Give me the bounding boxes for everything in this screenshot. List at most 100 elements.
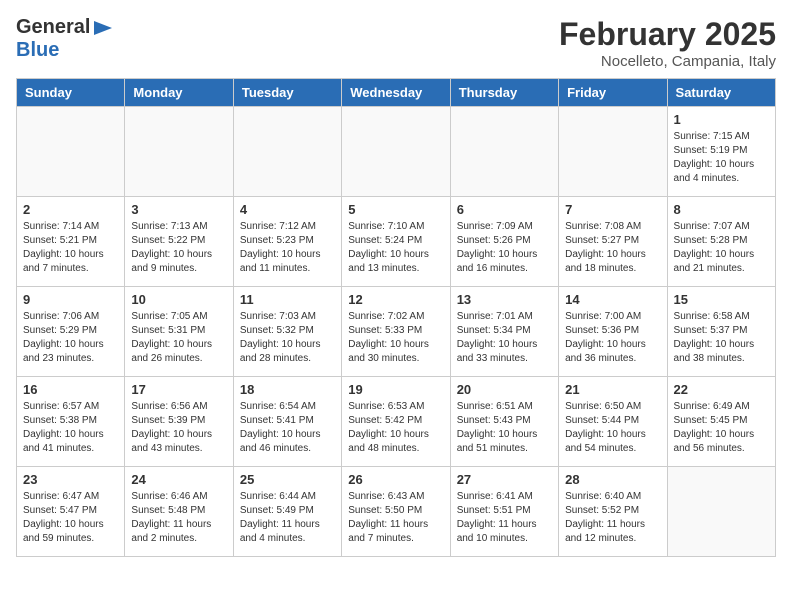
day-info: Sunrise: 6:43 AM Sunset: 5:50 PM Dayligh…: [348, 490, 443, 546]
day-cell: [450, 107, 558, 197]
day-info: Sunrise: 6:56 AM Sunset: 5:39 PM Dayligh…: [131, 400, 226, 456]
day-cell: 22 Sunrise: 6:49 AM Sunset: 5:45 PM Dayli…: [667, 377, 775, 467]
day-cell: [233, 107, 341, 197]
weekday-header-thursday: Thursday: [450, 79, 558, 107]
day-number: 14: [565, 292, 660, 307]
day-info: Sunrise: 7:06 AM Sunset: 5:29 PM Dayligh…: [23, 310, 118, 366]
day-number: 6: [457, 202, 552, 217]
day-cell: 12 Sunrise: 7:02 AM Sunset: 5:33 PM Dayli…: [342, 287, 450, 377]
day-cell: 5 Sunrise: 7:10 AM Sunset: 5:24 PM Daylig…: [342, 197, 450, 287]
day-cell: 4 Sunrise: 7:12 AM Sunset: 5:23 PM Daylig…: [233, 197, 341, 287]
day-cell: 24Sunrise: 6:46 AM Sunset: 5:48 PM Dayli…: [125, 467, 233, 557]
day-info: Sunrise: 6:51 AM Sunset: 5:43 PM Dayligh…: [457, 400, 552, 456]
day-info: Sunrise: 7:09 AM Sunset: 5:26 PM Dayligh…: [457, 220, 552, 276]
day-cell: 2 Sunrise: 7:14 AM Sunset: 5:21 PM Daylig…: [17, 197, 125, 287]
weekday-header-tuesday: Tuesday: [233, 79, 341, 107]
day-info: Sunrise: 7:01 AM Sunset: 5:34 PM Dayligh…: [457, 310, 552, 366]
day-cell: 7 Sunrise: 7:08 AM Sunset: 5:27 PM Daylig…: [559, 197, 667, 287]
day-info: Sunrise: 7:08 AM Sunset: 5:27 PM Dayligh…: [565, 220, 660, 276]
day-info: Sunrise: 7:12 AM Sunset: 5:23 PM Dayligh…: [240, 220, 335, 276]
day-info: Sunrise: 6:49 AM Sunset: 5:45 PM Dayligh…: [674, 400, 769, 456]
day-cell: [559, 107, 667, 197]
day-cell: 27 Sunrise: 6:41 AM Sunset: 5:51 PM Dayli…: [450, 467, 558, 557]
day-info: Sunrise: 7:05 AM Sunset: 5:31 PM Dayligh…: [131, 310, 226, 366]
day-cell: 13Sunrise: 7:01 AM Sunset: 5:34 PM Dayli…: [450, 287, 558, 377]
day-info: Sunrise: 7:07 AM Sunset: 5:28 PM Dayligh…: [674, 220, 769, 276]
day-cell: 6 Sunrise: 7:09 AM Sunset: 5:26 PM Daylig…: [450, 197, 558, 287]
day-number: 28: [565, 472, 660, 487]
day-number: 5: [348, 202, 443, 217]
day-info: Sunrise: 6:57 AM Sunset: 5:38 PM Dayligh…: [23, 400, 118, 456]
day-cell: 3 Sunrise: 7:13 AM Sunset: 5:22 PM Daylig…: [125, 197, 233, 287]
logo-blue-text: Blue: [16, 39, 59, 62]
day-cell: 23 Sunrise: 6:47 AM Sunset: 5:47 PM Dayli…: [17, 467, 125, 557]
day-number: 10: [131, 292, 226, 307]
day-number: 26: [348, 472, 443, 487]
day-number: 18: [240, 382, 335, 397]
day-number: 23: [23, 472, 118, 487]
day-cell: 14 Sunrise: 7:00 AM Sunset: 5:36 PM Dayli…: [559, 287, 667, 377]
logo-flag-icon: [92, 19, 114, 37]
day-number: 20: [457, 382, 552, 397]
day-info: Sunrise: 7:02 AM Sunset: 5:33 PM Dayligh…: [348, 310, 443, 366]
day-cell: 17 Sunrise: 6:56 AM Sunset: 5:39 PM Dayli…: [125, 377, 233, 467]
day-number: 12: [348, 292, 443, 307]
day-cell: 18 Sunrise: 6:54 AM Sunset: 5:41 PM Dayli…: [233, 377, 341, 467]
day-number: 25: [240, 472, 335, 487]
day-info: Sunrise: 6:44 AM Sunset: 5:49 PM Dayligh…: [240, 490, 335, 546]
weekday-header-saturday: Saturday: [667, 79, 775, 107]
day-number: 2: [23, 202, 118, 217]
day-cell: 1Sunrise: 7:15 AM Sunset: 5:19 PM Daylig…: [667, 107, 775, 197]
day-info: Sunrise: 6:41 AM Sunset: 5:51 PM Dayligh…: [457, 490, 552, 546]
weekday-header-sunday: Sunday: [17, 79, 125, 107]
day-cell: 9 Sunrise: 7:06 AM Sunset: 5:29 PM Daylig…: [17, 287, 125, 377]
calendar-table: SundayMondayTuesdayWednesdayThursdayFrid…: [16, 78, 776, 557]
title-area: February 2025 Nocelleto, Campania, Italy: [559, 16, 776, 70]
day-info: Sunrise: 7:13 AM Sunset: 5:22 PM Dayligh…: [131, 220, 226, 276]
week-row-5: 23 Sunrise: 6:47 AM Sunset: 5:47 PM Dayli…: [17, 467, 776, 557]
day-number: 17: [131, 382, 226, 397]
day-info: Sunrise: 6:54 AM Sunset: 5:41 PM Dayligh…: [240, 400, 335, 456]
weekday-header-row: SundayMondayTuesdayWednesdayThursdayFrid…: [17, 79, 776, 107]
day-number: 8: [674, 202, 769, 217]
week-row-1: 1Sunrise: 7:15 AM Sunset: 5:19 PM Daylig…: [17, 107, 776, 197]
week-row-2: 2 Sunrise: 7:14 AM Sunset: 5:21 PM Daylig…: [17, 197, 776, 287]
day-number: 3: [131, 202, 226, 217]
day-info: Sunrise: 6:50 AM Sunset: 5:44 PM Dayligh…: [565, 400, 660, 456]
day-info: Sunrise: 6:47 AM Sunset: 5:47 PM Dayligh…: [23, 490, 118, 546]
day-cell: 21Sunrise: 6:50 AM Sunset: 5:44 PM Dayli…: [559, 377, 667, 467]
day-number: 16: [23, 382, 118, 397]
day-info: Sunrise: 6:46 AM Sunset: 5:48 PM Dayligh…: [131, 490, 226, 546]
day-number: 11: [240, 292, 335, 307]
day-cell: 28 Sunrise: 6:40 AM Sunset: 5:52 PM Dayli…: [559, 467, 667, 557]
weekday-header-wednesday: Wednesday: [342, 79, 450, 107]
day-number: 9: [23, 292, 118, 307]
day-info: Sunrise: 6:58 AM Sunset: 5:37 PM Dayligh…: [674, 310, 769, 366]
day-cell: [17, 107, 125, 197]
location: Nocelleto, Campania, Italy: [559, 53, 776, 70]
day-cell: 10 Sunrise: 7:05 AM Sunset: 5:31 PM Dayli…: [125, 287, 233, 377]
day-cell: [342, 107, 450, 197]
day-info: Sunrise: 6:40 AM Sunset: 5:52 PM Dayligh…: [565, 490, 660, 546]
day-info: Sunrise: 7:10 AM Sunset: 5:24 PM Dayligh…: [348, 220, 443, 276]
day-number: 7: [565, 202, 660, 217]
logo: General Blue: [16, 16, 114, 62]
day-cell: 11 Sunrise: 7:03 AM Sunset: 5:32 PM Dayli…: [233, 287, 341, 377]
weekday-header-friday: Friday: [559, 79, 667, 107]
day-cell: 26 Sunrise: 6:43 AM Sunset: 5:50 PM Dayli…: [342, 467, 450, 557]
day-info: Sunrise: 7:14 AM Sunset: 5:21 PM Dayligh…: [23, 220, 118, 276]
day-info: Sunrise: 7:00 AM Sunset: 5:36 PM Dayligh…: [565, 310, 660, 366]
day-number: 27: [457, 472, 552, 487]
day-info: Sunrise: 6:53 AM Sunset: 5:42 PM Dayligh…: [348, 400, 443, 456]
day-number: 4: [240, 202, 335, 217]
day-info: Sunrise: 7:03 AM Sunset: 5:32 PM Dayligh…: [240, 310, 335, 366]
header: General Blue February 2025 Nocelleto, Ca…: [16, 16, 776, 70]
day-cell: 25 Sunrise: 6:44 AM Sunset: 5:49 PM Dayli…: [233, 467, 341, 557]
month-title: February 2025: [559, 16, 776, 53]
day-cell: 19Sunrise: 6:53 AM Sunset: 5:42 PM Dayli…: [342, 377, 450, 467]
week-row-4: 16 Sunrise: 6:57 AM Sunset: 5:38 PM Dayli…: [17, 377, 776, 467]
day-number: 1: [674, 112, 769, 127]
weekday-header-monday: Monday: [125, 79, 233, 107]
day-number: 22: [674, 382, 769, 397]
day-number: 15: [674, 292, 769, 307]
